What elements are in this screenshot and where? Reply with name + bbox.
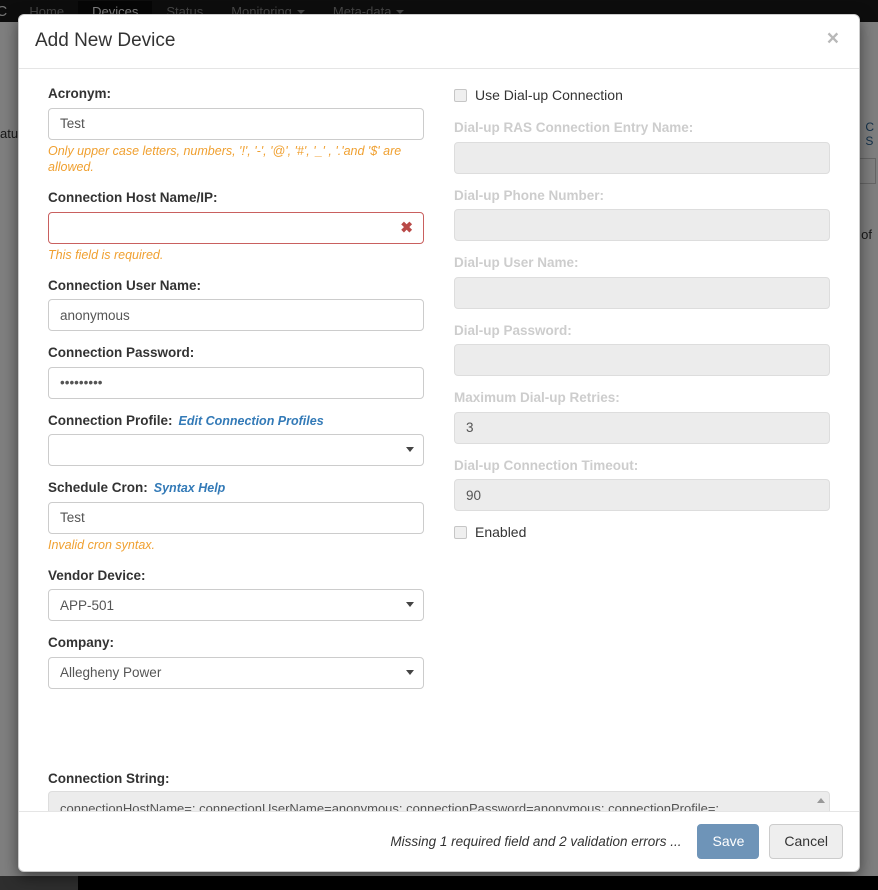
checkbox-icon[interactable] (454, 89, 467, 102)
dialup-user-name-label: Dial-up User Name: (454, 254, 830, 272)
connection-profile-label-text: Connection Profile: (48, 413, 173, 428)
max-dialup-retries-label: Maximum Dial-up Retries: (454, 389, 830, 407)
acronym-label: Acronym: (48, 85, 424, 103)
connection-user-name-input[interactable] (48, 299, 424, 331)
dialup-ras-entry-name-label: Dial-up RAS Connection Entry Name: (454, 119, 830, 137)
field-dialup-password: Dial-up Password: (454, 322, 830, 377)
connection-password-input[interactable] (48, 367, 424, 399)
acronym-input[interactable] (48, 108, 424, 140)
field-connection-user-name: Connection User Name: (48, 277, 424, 332)
max-dialup-retries-input (454, 412, 830, 444)
field-company: Company: Allegheny Power (48, 634, 424, 689)
field-connection-string: Connection String: connectionHostName=; … (48, 771, 830, 811)
dialup-connection-timeout-label: Dial-up Connection Timeout: (454, 457, 830, 475)
connection-password-label: Connection Password: (48, 344, 424, 362)
field-connection-host: Connection Host Name/IP: ✖ This field is… (48, 189, 424, 263)
field-vendor-device: Vendor Device: APP-501 (48, 567, 424, 622)
field-dialup-ras-entry-name: Dial-up RAS Connection Entry Name: (454, 119, 830, 174)
checkbox-icon[interactable] (454, 526, 467, 539)
close-icon[interactable]: × (823, 26, 843, 51)
company-select-wrap: Allegheny Power (48, 657, 424, 689)
field-max-dialup-retries: Maximum Dial-up Retries: (454, 389, 830, 444)
dialog-header: Add New Device × (19, 15, 859, 69)
dialog-footer: Missing 1 required field and 2 validatio… (19, 811, 859, 871)
enabled-checkbox-row[interactable]: Enabled (454, 524, 830, 540)
enabled-label: Enabled (475, 524, 526, 540)
vendor-device-label: Vendor Device: (48, 567, 424, 585)
field-acronym: Acronym: Only upper case letters, number… (48, 85, 424, 176)
connection-host-input[interactable] (48, 212, 424, 244)
dialog-body: Acronym: Only upper case letters, number… (19, 69, 859, 811)
scroll-up-icon[interactable] (817, 798, 825, 803)
field-schedule-cron: Schedule Cron: Syntax Help Invalid cron s… (48, 479, 424, 553)
validation-summary-message: Missing 1 required field and 2 validatio… (390, 834, 681, 849)
schedule-cron-label: Schedule Cron: Syntax Help (48, 479, 424, 497)
field-dialup-user-name: Dial-up User Name: (454, 254, 830, 309)
field-connection-profile: Connection Profile: Edit Connection Profi… (48, 412, 424, 467)
connection-host-label: Connection Host Name/IP: (48, 189, 424, 207)
schedule-cron-input[interactable] (48, 502, 424, 534)
dialup-password-input (454, 344, 830, 376)
vendor-device-select-wrap: APP-501 (48, 589, 424, 621)
schedule-cron-label-text: Schedule Cron: (48, 480, 148, 495)
connection-profile-select[interactable] (48, 434, 424, 466)
cancel-button[interactable]: Cancel (769, 824, 843, 860)
field-connection-password: Connection Password: (48, 344, 424, 399)
field-dialup-phone-number: Dial-up Phone Number: (454, 187, 830, 242)
edit-connection-profiles-link[interactable]: Edit Connection Profiles (179, 414, 324, 428)
dialup-phone-number-label: Dial-up Phone Number: (454, 187, 830, 205)
connection-profile-select-wrap (48, 434, 424, 466)
company-select[interactable]: Allegheny Power (48, 657, 424, 689)
dialup-password-label: Dial-up Password: (454, 322, 830, 340)
dialup-phone-number-input (454, 209, 830, 241)
connection-string-label: Connection String: (48, 771, 830, 786)
dialog-title: Add New Device (35, 28, 175, 55)
add-new-device-dialog: Add New Device × Acronym: Only upper cas… (18, 14, 860, 872)
syntax-help-link[interactable]: Syntax Help (154, 481, 226, 495)
dialup-ras-entry-name-input (454, 142, 830, 174)
form-columns: Acronym: Only upper case letters, number… (33, 85, 845, 702)
acronym-validation-message: Only upper case letters, numbers, '!', '… (48, 143, 424, 177)
save-button[interactable]: Save (697, 824, 759, 860)
form-left-column: Acronym: Only upper case letters, number… (33, 85, 439, 702)
connection-string-wrap: connectionHostName=; connectionUserName=… (48, 791, 830, 811)
connection-user-name-label: Connection User Name: (48, 277, 424, 295)
dialup-user-name-input (454, 277, 830, 309)
connection-string-textarea[interactable]: connectionHostName=; connectionUserName=… (48, 791, 830, 811)
connection-host-input-wrap: ✖ (48, 212, 424, 244)
connection-host-validation-message: This field is required. (48, 247, 424, 264)
company-label: Company: (48, 634, 424, 652)
field-dialup-connection-timeout: Dial-up Connection Timeout: (454, 457, 830, 512)
schedule-cron-validation-message: Invalid cron syntax. (48, 537, 424, 554)
use-dialup-connection-checkbox-row[interactable]: Use Dial-up Connection (454, 87, 830, 103)
vendor-device-select[interactable]: APP-501 (48, 589, 424, 621)
form-right-column: Use Dial-up Connection Dial-up RAS Conne… (439, 85, 845, 702)
use-dialup-connection-label: Use Dial-up Connection (475, 87, 623, 103)
connection-profile-label: Connection Profile: Edit Connection Profi… (48, 412, 424, 430)
dialup-connection-timeout-input (454, 479, 830, 511)
